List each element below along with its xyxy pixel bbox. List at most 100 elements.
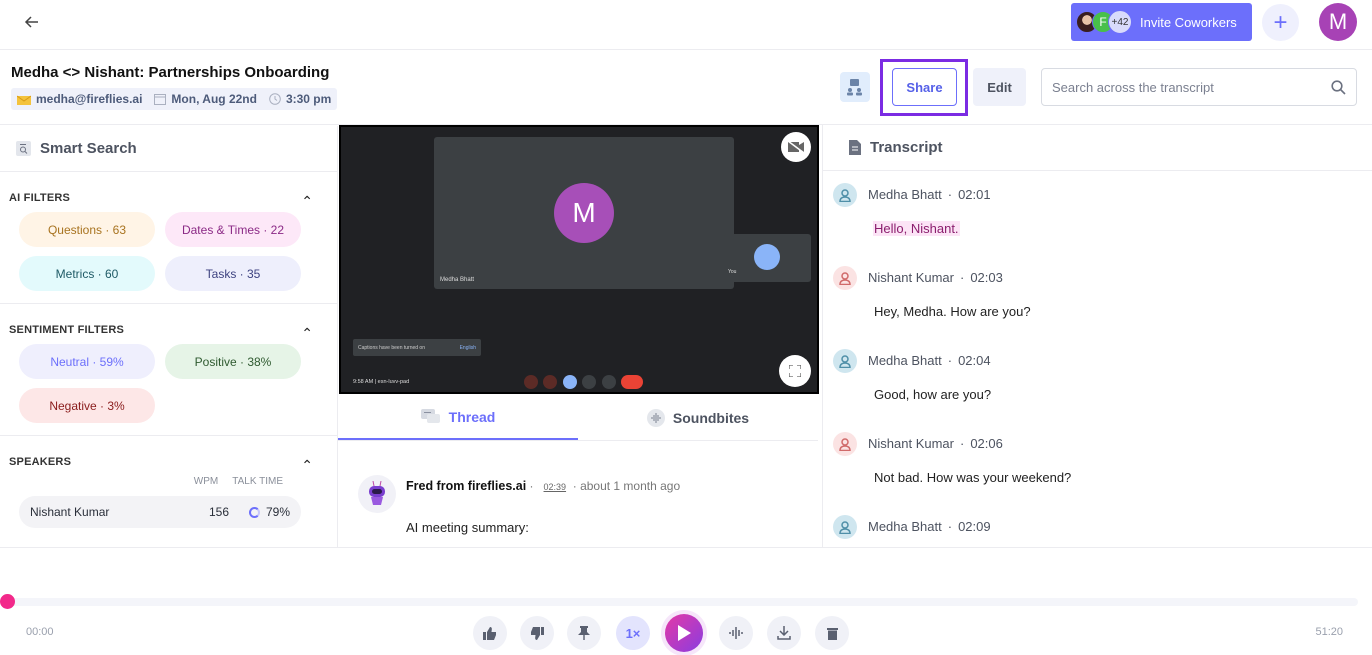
arrow-left-icon bbox=[24, 16, 38, 28]
participant-tile-self: You bbox=[724, 234, 811, 282]
delete-button[interactable] bbox=[815, 616, 849, 650]
fullscreen-button[interactable] bbox=[779, 355, 811, 387]
play-icon bbox=[678, 625, 691, 641]
progress-knob[interactable] bbox=[0, 594, 15, 609]
smart-search-panel: Smart Search AI FILTERS ⌃ Questions · 63… bbox=[0, 126, 338, 547]
speaker-name: Medha Bhatt bbox=[868, 187, 942, 202]
playback-speed-button[interactable]: 1× bbox=[616, 616, 650, 650]
progress-track[interactable] bbox=[7, 598, 1358, 606]
transcript-text: Good, how are you? bbox=[874, 387, 992, 402]
download-button[interactable] bbox=[767, 616, 801, 650]
meeting-date: Mon, Aug 22nd bbox=[171, 92, 257, 106]
robot-icon bbox=[369, 481, 385, 505]
transcript-entry[interactable]: Medha Bhatt · 02:09 bbox=[823, 503, 1372, 547]
transcript-entry[interactable]: Medha Bhatt · 02:04 Good, how are you? bbox=[823, 337, 1372, 420]
sentiment-filters-title: SENTIMENT FILTERS bbox=[9, 324, 125, 336]
transcript-entry[interactable]: Medha Bhatt · 02:01 Hello, Nishant. bbox=[823, 171, 1372, 254]
envelope-icon bbox=[17, 95, 31, 105]
edit-button[interactable]: Edit bbox=[973, 68, 1026, 106]
speaker-avatar bbox=[833, 515, 857, 539]
user-avatar[interactable]: M bbox=[1319, 3, 1357, 41]
thumbs-down-button[interactable] bbox=[520, 616, 554, 650]
video-toggle-button[interactable] bbox=[781, 132, 811, 162]
tab-thread[interactable]: Thread bbox=[338, 396, 578, 440]
add-button[interactable]: + bbox=[1262, 4, 1299, 41]
back-button[interactable] bbox=[20, 10, 44, 34]
chat-bubbles-icon bbox=[420, 409, 440, 423]
ai-filter-chip[interactable]: Metrics · 60 bbox=[19, 256, 155, 291]
thumbs-up-button[interactable] bbox=[473, 616, 507, 650]
comment-timestamp-link[interactable]: 02:39 bbox=[544, 482, 567, 492]
media-tabs: Thread Soundbites bbox=[338, 396, 818, 441]
video-player[interactable]: M Medha Bhatt You Captions have been tur… bbox=[339, 125, 819, 394]
media-panel: M Medha Bhatt You Captions have been tur… bbox=[338, 125, 822, 547]
transcript-entry-header: Medha Bhatt · 02:01 bbox=[868, 187, 991, 202]
soundwave-icon bbox=[729, 627, 743, 639]
chevron-up-icon[interactable]: ⌃ bbox=[301, 325, 313, 342]
more-icon bbox=[602, 375, 616, 389]
soundbite-button[interactable] bbox=[719, 616, 753, 650]
ai-filter-chip[interactable]: Dates & Times · 22 bbox=[165, 212, 301, 247]
speaker-row[interactable]: Nishant Kumar 156 79% bbox=[19, 496, 301, 528]
pin-button[interactable] bbox=[567, 616, 601, 650]
play-button[interactable] bbox=[665, 614, 703, 652]
fred-bot-avatar bbox=[358, 475, 396, 513]
entry-timestamp[interactable]: 02:01 bbox=[958, 187, 991, 202]
tab-soundbites-label: Soundbites bbox=[672, 410, 750, 426]
sentiment-filter-chip[interactable]: Negative · 3% bbox=[19, 388, 155, 423]
entry-timestamp[interactable]: 02:04 bbox=[958, 353, 991, 368]
video-off-icon bbox=[788, 141, 804, 153]
transcript-title: Transcript bbox=[870, 139, 943, 156]
entry-timestamp[interactable]: 02:09 bbox=[958, 519, 991, 534]
transcript-search[interactable] bbox=[1041, 68, 1357, 106]
search-icon[interactable] bbox=[1331, 79, 1346, 95]
transcript-search-input[interactable] bbox=[1052, 79, 1331, 95]
comment-age: about 1 month ago bbox=[580, 479, 681, 493]
speaker-avatar bbox=[833, 266, 857, 290]
camera-off-icon bbox=[543, 375, 557, 389]
participant-avatar: M bbox=[554, 183, 614, 243]
tab-soundbites[interactable]: Soundbites bbox=[578, 396, 818, 440]
organizer-email: medha@fireflies.ai bbox=[36, 92, 143, 106]
entry-timestamp[interactable]: 02:03 bbox=[970, 270, 1003, 285]
sentiment-filter-chip[interactable]: Positive · 38% bbox=[165, 344, 301, 379]
transcript-entry-header: Nishant Kumar · 02:06 bbox=[868, 436, 1003, 451]
meeting-header: Medha <> Nishant: Partnerships Onboardin… bbox=[0, 51, 1372, 125]
user-icon bbox=[839, 354, 851, 368]
speaker-view-button[interactable] bbox=[840, 72, 870, 102]
comment-body: AI meeting summary: bbox=[406, 520, 529, 535]
user-icon bbox=[839, 188, 851, 202]
speakers-columns: WPM TALK TIME bbox=[9, 476, 328, 496]
wpm-column-label: WPM bbox=[193, 476, 219, 487]
speaker-avatar bbox=[833, 349, 857, 373]
sentiment-filter-chip[interactable]: Neutral · 59% bbox=[19, 344, 155, 379]
speaker-wpm: 156 bbox=[208, 505, 229, 519]
invite-coworkers-button[interactable]: F +42 Invite Coworkers bbox=[1071, 3, 1252, 41]
sentiment-filters-section: SENTIMENT FILTERS ⌃ Neutral · 59% Positiv… bbox=[0, 304, 337, 436]
meeting-meta: medha@fireflies.ai Mon, Aug 22nd 3:30 pm bbox=[11, 88, 338, 110]
chevron-up-icon[interactable]: ⌃ bbox=[301, 457, 313, 474]
entry-timestamp[interactable]: 02:06 bbox=[970, 436, 1003, 451]
meeting-title: Medha <> Nishant: Partnerships Onboardin… bbox=[11, 64, 330, 81]
self-avatar bbox=[754, 244, 780, 270]
transcript-text: Hey, Medha. How are you? bbox=[874, 304, 1031, 319]
present-icon bbox=[582, 375, 596, 389]
coworker-count-badge: +42 bbox=[1108, 10, 1132, 34]
user-icon bbox=[839, 271, 851, 285]
transcript-entry[interactable]: Nishant Kumar · 02:06 Not bad. How was your… bbox=[823, 420, 1372, 503]
speakers-section: SPEAKERS ⌃ WPM TALK TIME Nishant Kumar 1… bbox=[0, 436, 337, 540]
participant-tile-main: M Medha Bhatt bbox=[434, 137, 734, 289]
audio-player: 00:00 51:20 1× bbox=[0, 547, 1372, 655]
speakers-title: SPEAKERS bbox=[9, 456, 72, 468]
chevron-up-icon[interactable]: ⌃ bbox=[301, 193, 313, 210]
share-button[interactable]: Share bbox=[892, 68, 957, 106]
user-icon bbox=[839, 520, 851, 534]
ai-filter-chip[interactable]: Questions · 63 bbox=[19, 212, 155, 247]
talk-time-column-label: TALK TIME bbox=[232, 476, 283, 487]
clock-icon bbox=[269, 93, 281, 105]
transcript-entry-header: Medha Bhatt · 02:04 bbox=[868, 353, 991, 368]
speaker-talk-time: 79% bbox=[265, 505, 290, 519]
fullscreen-icon bbox=[789, 365, 801, 377]
ai-filter-chip[interactable]: Tasks · 35 bbox=[165, 256, 301, 291]
transcript-entry[interactable]: Nishant Kumar · 02:03 Hey, Medha. How are y… bbox=[823, 254, 1372, 337]
